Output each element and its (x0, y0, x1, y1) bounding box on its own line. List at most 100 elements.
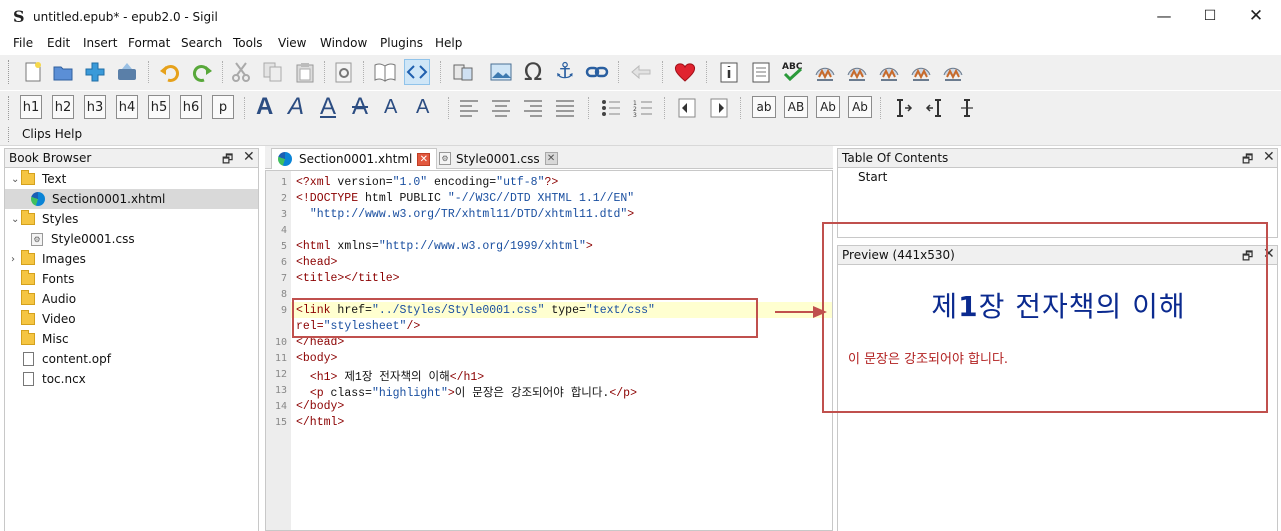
spellcheck-icon[interactable]: ABC (780, 59, 806, 85)
open-folder-icon[interactable] (50, 59, 76, 85)
menu-help[interactable]: Help (435, 36, 462, 50)
decrease-indent-icon[interactable] (674, 95, 700, 121)
bullet-list-icon[interactable] (598, 95, 624, 121)
menu-search[interactable]: Search (181, 36, 222, 50)
plugin-2-icon[interactable] (844, 59, 870, 85)
omega-special-char-icon[interactable]: Ω (520, 59, 546, 85)
line-number: 13 (274, 385, 287, 396)
insert-tag-pair-icon[interactable] (954, 95, 980, 121)
heading-2-button[interactable]: h2 (52, 95, 74, 119)
menu-plugins[interactable]: Plugins (380, 36, 423, 50)
clips-help-button[interactable]: Clips Help (22, 127, 82, 141)
heading-3-button[interactable]: h3 (84, 95, 106, 119)
close-panel-icon[interactable]: ✕ (1263, 149, 1275, 165)
close-tab-icon[interactable]: ✕ (544, 152, 558, 165)
heading-5-button[interactable]: h5 (148, 95, 170, 119)
code-view-icon[interactable] (404, 59, 430, 85)
link-icon[interactable] (584, 59, 610, 85)
tree-file-content-opf[interactable]: content.opf (5, 349, 258, 369)
close-tab-icon[interactable]: ✕ (417, 152, 431, 166)
line-number: 12 (274, 369, 287, 380)
toolbar-grip[interactable] (8, 96, 11, 120)
tab-style0001[interactable]: ⚙ Style0001.css ✕ (433, 148, 564, 169)
bold-button[interactable]: A (256, 93, 273, 121)
line-number: 14 (274, 401, 287, 412)
toolbar-grip[interactable] (8, 127, 11, 142)
numbered-list-icon[interactable]: 123 (630, 95, 656, 121)
tree-folder-video[interactable]: Video (5, 309, 258, 329)
align-justify-icon[interactable] (556, 97, 576, 117)
menu-view[interactable]: View (278, 36, 306, 50)
plugin-3-icon[interactable] (876, 59, 902, 85)
tree-folder-audio[interactable]: Audio (5, 289, 258, 309)
uppercase-button[interactable]: AB (784, 96, 808, 118)
folder-icon (21, 290, 35, 305)
table-of-contents-icon[interactable] (748, 59, 774, 85)
underline-button[interactable]: A (320, 93, 336, 121)
undo-icon[interactable] (156, 59, 182, 85)
tree-folder-text[interactable]: ⌄ Text (5, 169, 258, 189)
toc-entry[interactable]: Start (858, 170, 887, 184)
add-file-icon[interactable] (82, 59, 108, 85)
subscript-button[interactable]: A (384, 96, 397, 119)
menu-edit[interactable]: Edit (47, 36, 70, 50)
superscript-button[interactable]: A (416, 96, 429, 119)
book-view-icon[interactable] (372, 59, 398, 85)
plugin-4-icon[interactable] (908, 59, 934, 85)
menu-file[interactable]: File (13, 36, 33, 50)
plugin-1-icon[interactable] (812, 59, 838, 85)
capitalize-button[interactable]: Ab (848, 96, 872, 118)
align-right-icon[interactable] (524, 97, 544, 117)
copy-icon[interactable] (260, 59, 286, 85)
italic-button[interactable]: A (288, 93, 304, 121)
code-editor[interactable]: 1 2 3 4 5 6 7 8 9 10 11 12 13 14 15 <?xm… (265, 170, 833, 531)
close-button[interactable]: ✕ (1233, 4, 1279, 30)
menu-format[interactable]: Format (128, 36, 170, 50)
metadata-info-icon[interactable] (716, 59, 742, 85)
chevron-right-icon[interactable]: › (11, 254, 15, 265)
strikethrough-button[interactable]: A (352, 93, 368, 121)
paste-icon[interactable] (292, 59, 318, 85)
increase-indent-icon[interactable] (706, 95, 732, 121)
code-line: <title></title> (296, 272, 400, 285)
insert-image-icon[interactable] (488, 59, 514, 85)
cut-icon[interactable] (228, 59, 254, 85)
redo-icon[interactable] (190, 59, 216, 85)
toolbar-grip[interactable] (8, 60, 11, 84)
heading-6-button[interactable]: h6 (180, 95, 202, 119)
print-preview-icon[interactable] (331, 59, 357, 85)
heart-donate-icon[interactable] (672, 59, 698, 85)
titlecase-button[interactable]: Ab (816, 96, 840, 118)
paragraph-button[interactable]: p (212, 95, 234, 119)
tree-folder-images[interactable]: › Images (5, 249, 258, 269)
minimize-button[interactable]: — (1141, 4, 1187, 30)
heading-1-button[interactable]: h1 (20, 95, 42, 119)
close-panel-icon[interactable]: ✕ (243, 149, 255, 165)
tree-item-label: Video (42, 312, 76, 326)
insert-closing-tag-icon[interactable] (922, 95, 948, 121)
chevron-down-icon[interactable]: ⌄ (11, 174, 19, 185)
menu-window[interactable]: Window (320, 36, 367, 50)
chevron-down-icon[interactable]: ⌄ (11, 214, 19, 225)
tree-file-section0001[interactable]: Section0001.xhtml (5, 189, 258, 209)
split-view-icon[interactable] (450, 59, 476, 85)
align-left-icon[interactable] (460, 97, 480, 117)
tree-folder-misc[interactable]: Misc (5, 329, 258, 349)
insert-id-icon[interactable] (890, 95, 916, 121)
tree-file-style0001[interactable]: ⚙ Style0001.css (5, 229, 258, 249)
lowercase-button[interactable]: ab (752, 96, 776, 118)
menu-insert[interactable]: Insert (83, 36, 117, 50)
anchor-icon[interactable]: ⚓ (552, 59, 578, 85)
tree-folder-styles[interactable]: ⌄ Styles (5, 209, 258, 229)
align-center-icon[interactable] (492, 97, 512, 117)
tree-folder-fonts[interactable]: Fonts (5, 269, 258, 289)
tree-file-toc-ncx[interactable]: toc.ncx (5, 369, 258, 389)
tab-section0001[interactable]: Section0001.xhtml ✕ (271, 148, 438, 169)
plugin-5-icon[interactable] (940, 59, 966, 85)
menu-tools[interactable]: Tools (233, 36, 263, 50)
maximize-button[interactable]: ☐ (1187, 4, 1233, 30)
back-arrow-icon[interactable] (628, 59, 654, 85)
heading-4-button[interactable]: h4 (116, 95, 138, 119)
new-file-icon[interactable] (20, 59, 46, 85)
save-icon[interactable] (114, 59, 140, 85)
